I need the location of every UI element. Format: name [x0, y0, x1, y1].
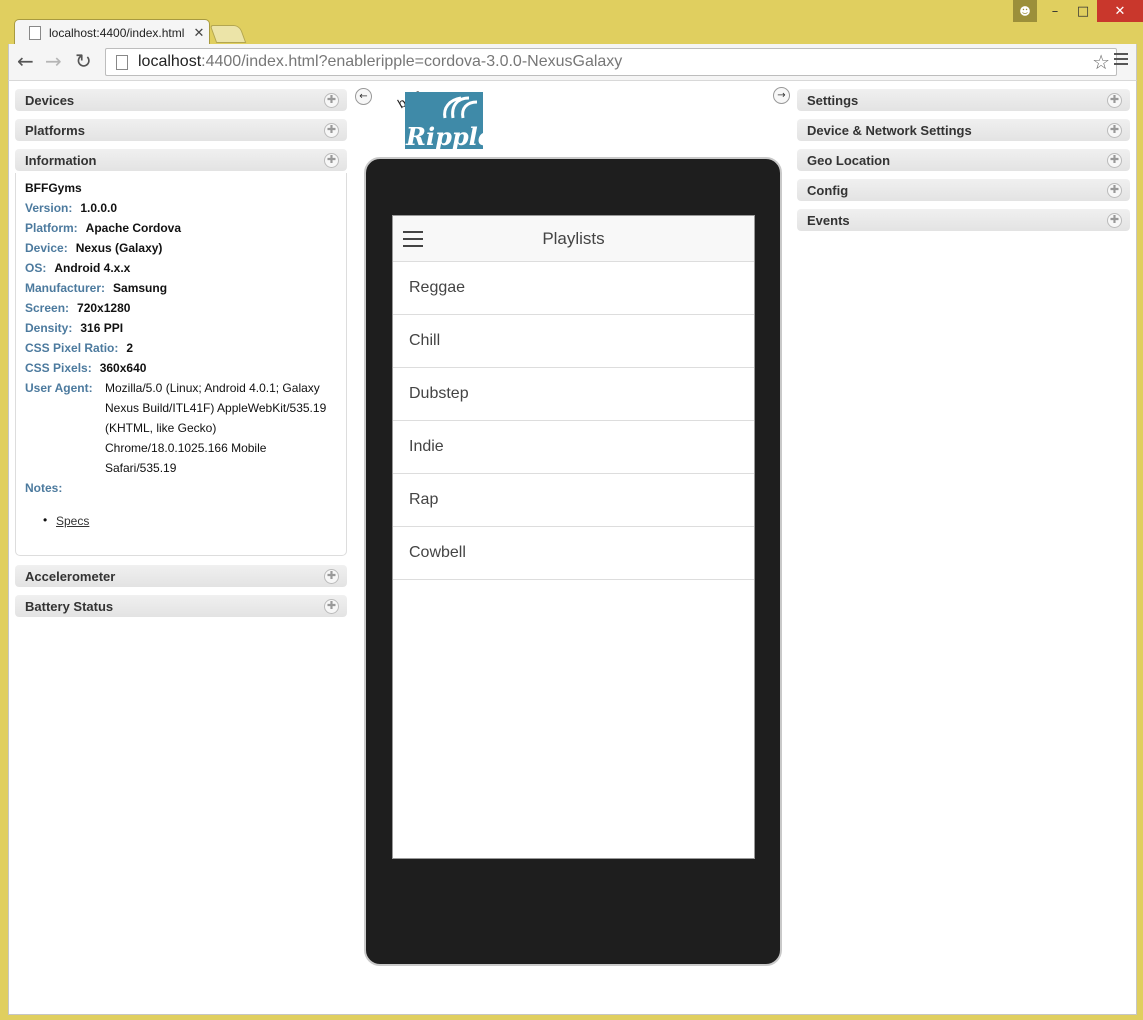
- page-content: Devices ✚ Platforms ✚ Information ✚ BFFG…: [8, 80, 1137, 1015]
- device-screen: Playlists Reggae Chill Dubstep Indie Rap…: [392, 215, 755, 859]
- platforms-panel-header[interactable]: Platforms ✚: [15, 119, 347, 141]
- collapse-right-icon[interactable]: →: [773, 87, 790, 104]
- app-title: Playlists: [542, 228, 605, 248]
- info-row-notes: Notes:: [25, 481, 63, 495]
- panel-title: Geo Location: [807, 152, 891, 168]
- info-row-device: Device: Nexus (Galaxy): [25, 241, 163, 255]
- info-row-version: Version: 1.0.0.0: [25, 201, 118, 215]
- ripple-logo: Ripple: [405, 92, 493, 151]
- drag-handle-icon[interactable]: ✚: [1107, 123, 1122, 138]
- user-icon[interactable]: ☻: [1013, 0, 1037, 22]
- specs-link[interactable]: Specs: [56, 514, 89, 528]
- device-network-panel-header[interactable]: Device & Network Settings ✚: [797, 119, 1130, 141]
- playlist-item[interactable]: Rap: [393, 474, 754, 527]
- page-icon: [116, 54, 128, 70]
- drag-handle-icon[interactable]: ✚: [324, 123, 339, 138]
- info-row-user-agent-key: User Agent:: [25, 381, 93, 395]
- drag-handle-icon[interactable]: ✚: [1107, 93, 1122, 108]
- drag-handle-icon[interactable]: ✚: [324, 153, 339, 168]
- drag-handle-icon[interactable]: ✚: [1107, 153, 1122, 168]
- panel-title: Accelerometer: [25, 568, 116, 584]
- drag-handle-icon[interactable]: ✚: [324, 569, 339, 584]
- panel-title: Config: [807, 182, 849, 198]
- information-panel-body: BFFGyms Version: 1.0.0.0 Platform: Apache …: [15, 173, 347, 556]
- panel-title: Device & Network Settings: [807, 122, 972, 138]
- drag-handle-icon[interactable]: ✚: [324, 599, 339, 614]
- bookmark-star-icon[interactable]: ☆: [1092, 50, 1110, 75]
- panel-title: Information: [25, 152, 97, 168]
- window-controls: ☻ – □ ✕: [1013, 0, 1143, 22]
- info-row-pixel-ratio: CSS Pixel Ratio: 2: [25, 341, 134, 355]
- device-frame: Playlists Reggae Chill Dubstep Indie Rap…: [364, 157, 782, 966]
- reload-icon[interactable]: ↻: [75, 51, 92, 71]
- info-row-platform: Platform: Apache Cordova: [25, 221, 182, 235]
- new-tab-button[interactable]: [209, 25, 247, 43]
- close-window-button[interactable]: ✕: [1097, 0, 1143, 22]
- information-panel-header[interactable]: Information ✚: [15, 149, 347, 171]
- panel-title: Events: [807, 212, 850, 228]
- geo-location-panel-header[interactable]: Geo Location ✚: [797, 149, 1130, 171]
- ripple-wordmark: Ripple: [406, 122, 494, 151]
- playlist-item[interactable]: Reggae: [393, 262, 754, 315]
- maximize-button[interactable]: □: [1069, 0, 1097, 22]
- config-panel-header[interactable]: Config ✚: [797, 179, 1130, 201]
- drag-handle-icon[interactable]: ✚: [324, 93, 339, 108]
- url-host: localhost: [138, 53, 202, 70]
- collapse-left-icon[interactable]: ←: [355, 88, 372, 105]
- url-path: :4400/index.html?enableripple=cordova-3.…: [201, 53, 623, 70]
- playlist-item[interactable]: Chill: [393, 315, 754, 368]
- settings-panel-header[interactable]: Settings ✚: [797, 89, 1130, 111]
- playlist-item[interactable]: Cowbell: [393, 527, 754, 580]
- drag-handle-icon[interactable]: ✚: [1107, 213, 1122, 228]
- user-agent-value: Mozilla/5.0 (Linux; Android 4.0.1; Galax…: [105, 381, 327, 475]
- minimize-button[interactable]: –: [1041, 0, 1069, 22]
- chrome-menu-icon[interactable]: [1114, 53, 1128, 68]
- drag-handle-icon[interactable]: ✚: [1107, 183, 1122, 198]
- info-row-css-pixels: CSS Pixels: 360x640: [25, 361, 147, 375]
- events-panel-header[interactable]: Events ✚: [797, 209, 1130, 231]
- devices-panel-header[interactable]: Devices ✚: [15, 89, 347, 111]
- info-row-screen: Screen: 720x1280: [25, 301, 131, 315]
- panel-title: Platforms: [25, 122, 85, 138]
- playlist-item[interactable]: Dubstep: [393, 368, 754, 421]
- accelerometer-panel-header[interactable]: Accelerometer ✚: [15, 565, 347, 587]
- info-row-os: OS: Android 4.x.x: [25, 261, 131, 275]
- close-tab-icon[interactable]: ✕: [189, 25, 209, 41]
- panel-title: Devices: [25, 92, 75, 108]
- forward-icon[interactable]: →: [45, 51, 62, 71]
- app-name: BFFGyms: [25, 181, 82, 195]
- info-row-density: Density: 316 PPI: [25, 321, 124, 335]
- panel-title: Settings: [807, 92, 859, 108]
- specs-list-item: Specs: [43, 513, 90, 528]
- browser-toolbar: ← → ↻ localhost:4400/index.html?enableri…: [8, 44, 1137, 80]
- browser-tab[interactable]: localhost:4400/index.html ✕: [14, 19, 210, 46]
- panel-title: Battery Status: [25, 598, 114, 614]
- info-row-manufacturer: Manufacturer: Samsung: [25, 281, 168, 295]
- app-header: Playlists: [393, 216, 754, 262]
- tab-title: localhost:4400/index.html: [49, 26, 185, 40]
- address-bar[interactable]: localhost:4400/index.html?enableripple=c…: [105, 48, 1117, 76]
- page-icon: [29, 26, 41, 40]
- battery-status-panel-header[interactable]: Battery Status ✚: [15, 595, 347, 617]
- playlist-item[interactable]: Indie: [393, 421, 754, 474]
- back-icon[interactable]: ←: [17, 51, 34, 71]
- menu-icon[interactable]: [403, 231, 423, 252]
